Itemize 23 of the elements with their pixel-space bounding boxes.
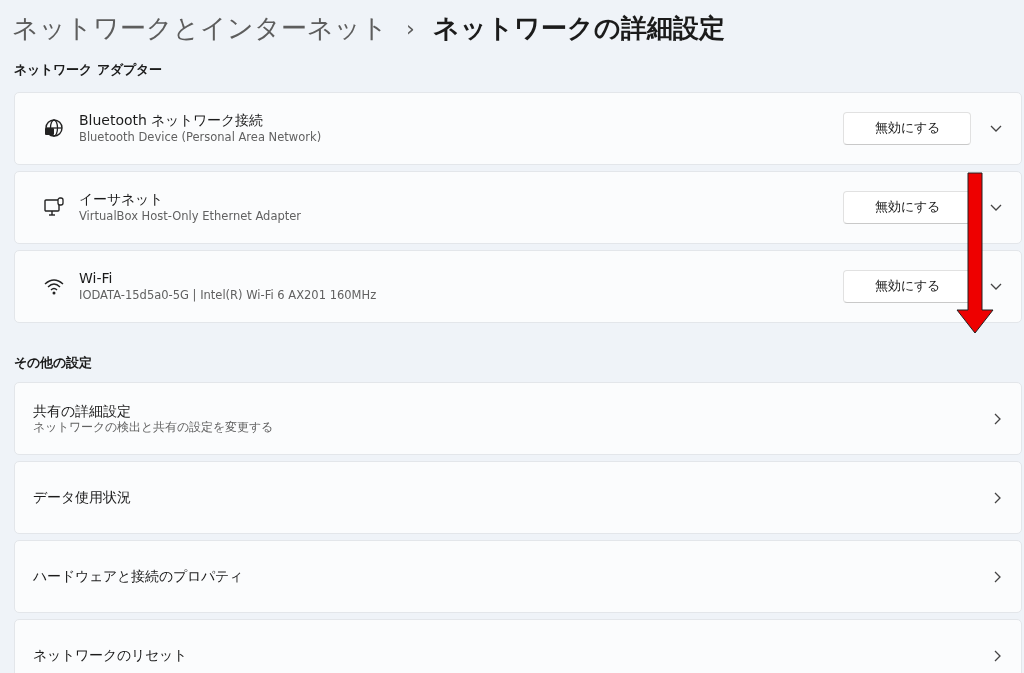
adapter-description: VirtualBox Host-Only Ethernet Adapter [79,208,302,224]
setting-title: ハードウェアと接続のプロパティ [33,567,243,586]
computer-icon [43,196,65,218]
breadcrumb-separator: › [406,14,415,43]
adapter-name: Bluetooth ネットワーク接続 [79,111,265,130]
section-heading: その他の設定 [14,353,93,372]
adapter-description: Bluetooth Device (Personal Area Network) [79,129,322,145]
settings-link-card[interactable]: 共有の詳細設定 ネットワークの検出と共有の設定を変更する [14,382,1022,455]
adapter-name: イーサネット [79,190,164,209]
settings-link-card[interactable]: ハードウェアと接続のプロパティ [14,540,1022,613]
section-heading: ネットワーク アダプター [14,61,163,79]
settings-link-card[interactable]: ネットワークのリセット [14,619,1022,673]
disable-button[interactable]: 無効にする [843,111,971,145]
setting-title: ネットワークのリセット [33,646,187,665]
page-title: ネットワークの詳細設定 [432,11,725,45]
globe-icon [43,117,65,139]
setting-title: データ使用状況 [33,488,131,507]
breadcrumb-parent-link[interactable]: ネットワークとインターネット [12,8,388,48]
setting-description: ネットワークの検出と共有の設定を変更する [33,420,273,436]
setting-title: 共有の詳細設定 [33,401,132,421]
settings-link-card[interactable]: データ使用状況 [14,461,1022,534]
adapter-name: Wi-Fi [79,269,114,288]
adapter-description: IODATA-15d5a0-5G | Intel(R) Wi-Fi 6 AX201 160MHz [79,287,377,303]
